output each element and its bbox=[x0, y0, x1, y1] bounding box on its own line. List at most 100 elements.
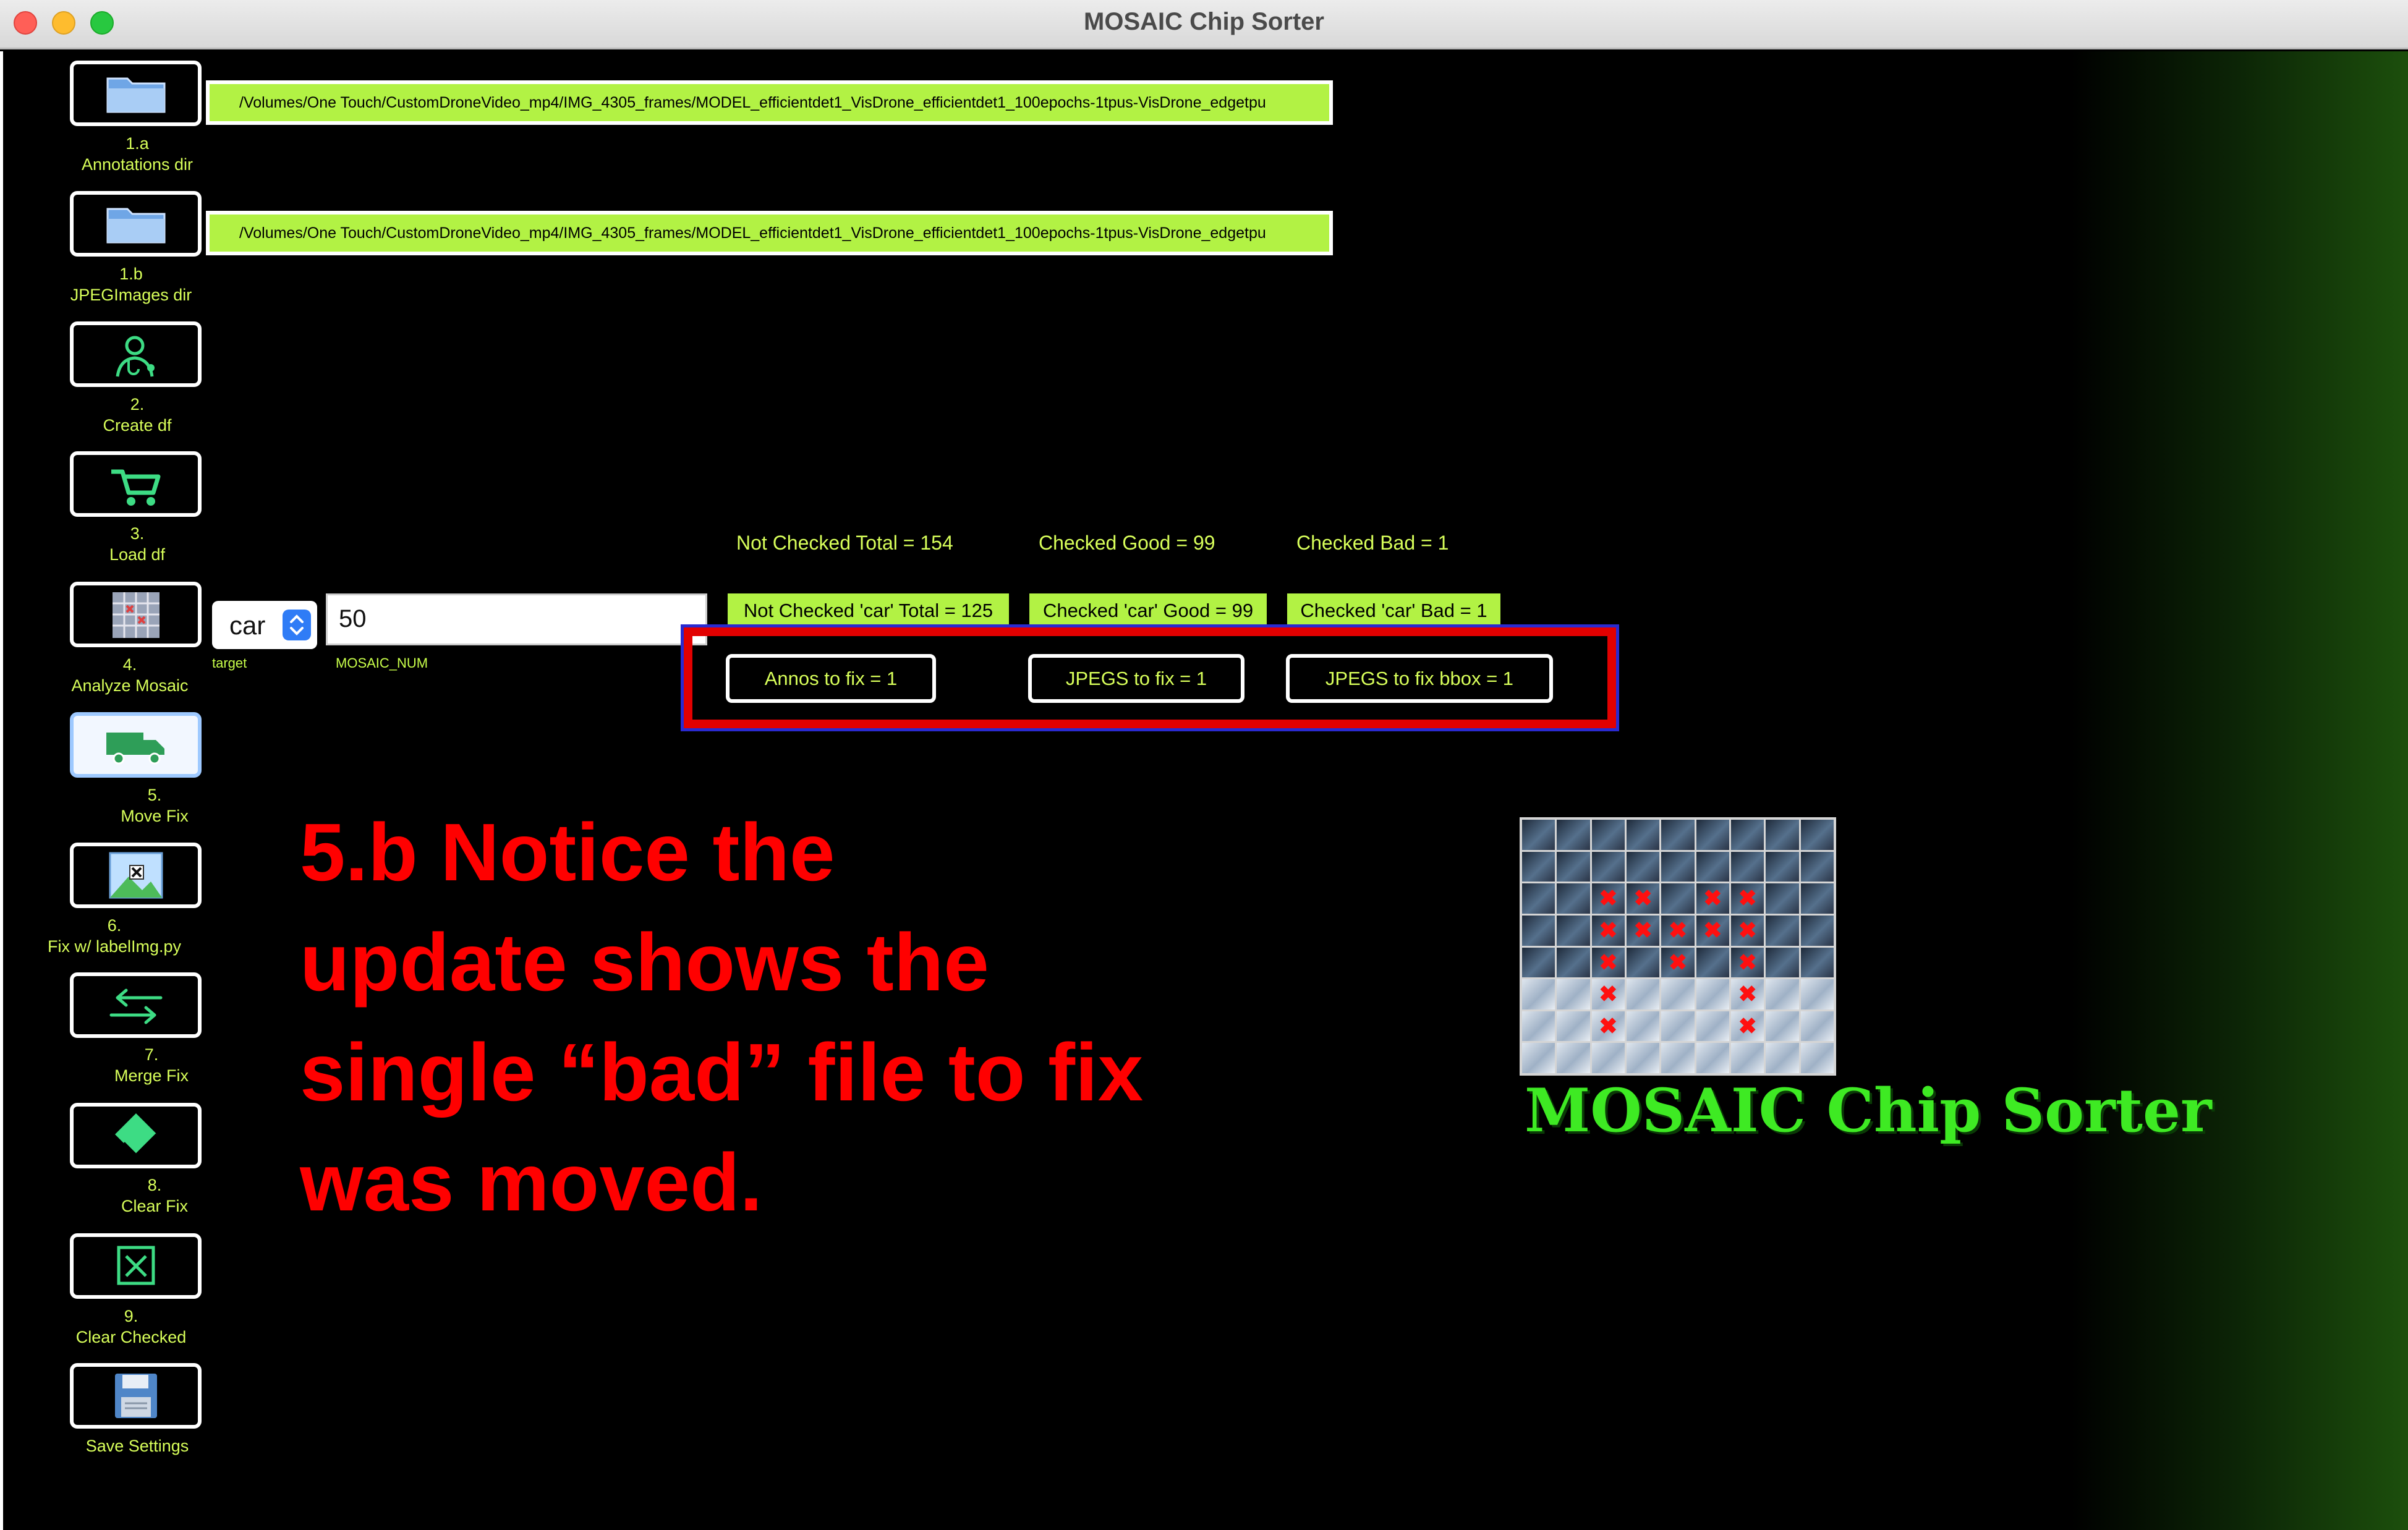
load-df-button[interactable] bbox=[70, 451, 202, 517]
mosaic-tile bbox=[1522, 851, 1555, 882]
mosaic-tile bbox=[1557, 947, 1590, 978]
mosaic-tile bbox=[1800, 1043, 1834, 1073]
mosaic-tile bbox=[1696, 915, 1729, 946]
merge-fix-label: 7. Merge Fix bbox=[59, 1044, 244, 1086]
mosaic-logo-image bbox=[1520, 817, 1836, 1076]
annotations-dir-button[interactable] bbox=[70, 61, 202, 126]
target-select[interactable]: car bbox=[212, 601, 317, 649]
move-fix-label: 5. Move Fix bbox=[62, 784, 247, 827]
mosaic-icon bbox=[112, 592, 160, 638]
checked-bad: Checked Bad = 1 bbox=[1296, 532, 1449, 554]
app-content bbox=[0, 51, 2408, 1530]
jpegs-to-fix-button[interactable]: JPEGS to fix = 1 bbox=[1028, 654, 1244, 703]
logo-text: MOSAIC Chip Sorter bbox=[1525, 1076, 2212, 1145]
mosaic-tile bbox=[1522, 979, 1555, 1009]
mosaic-tile bbox=[1730, 915, 1764, 946]
mosaic-tile bbox=[1800, 915, 1834, 946]
mosaic-tile bbox=[1522, 883, 1555, 914]
annotation-line: update shows the bbox=[300, 917, 989, 1008]
annotations-path-field[interactable]: /Volumes/One Touch/CustomDroneVideo_mp4/… bbox=[206, 80, 1333, 125]
folder-icon bbox=[106, 77, 165, 113]
create-df-button[interactable] bbox=[70, 321, 202, 387]
mosaic-tile bbox=[1557, 979, 1590, 1009]
merge-fix-button[interactable] bbox=[70, 972, 202, 1038]
move-fix-button[interactable] bbox=[70, 712, 202, 778]
mosaic-tile bbox=[1522, 915, 1555, 946]
not-checked-car-total: Not Checked 'car' Total = 125 bbox=[728, 593, 1009, 627]
mosaic-tile bbox=[1626, 1043, 1660, 1073]
mosaic-tile bbox=[1766, 1011, 1799, 1042]
step-label: Annotations dir bbox=[81, 155, 194, 174]
annotation-line: 5.b Notice the bbox=[300, 807, 835, 898]
target-select-value: car bbox=[229, 611, 266, 640]
mosaic-tile bbox=[1591, 1011, 1625, 1042]
mosaic-tile bbox=[1626, 915, 1660, 946]
mosaic-tile bbox=[1661, 947, 1695, 978]
mosaic-tile bbox=[1730, 851, 1764, 882]
mosaic-tile bbox=[1661, 915, 1695, 946]
step-label: Load df bbox=[109, 545, 166, 564]
mosaic-tile bbox=[1800, 820, 1834, 850]
step-label: Fix w/ labelImg.py bbox=[47, 937, 182, 956]
fix-labelimg-label: 6. Fix w/ labelImg.py bbox=[22, 915, 207, 957]
mosaic-tile bbox=[1730, 1011, 1764, 1042]
jpegimages-path-field[interactable]: /Volumes/One Touch/CustomDroneVideo_mp4/… bbox=[206, 211, 1333, 255]
step-number: 5. bbox=[147, 786, 162, 804]
mosaic-tile bbox=[1661, 979, 1695, 1009]
mosaic-tile bbox=[1800, 883, 1834, 914]
clear-fix-button[interactable] bbox=[70, 1103, 202, 1168]
not-checked-total: Not Checked Total = 154 bbox=[736, 532, 953, 554]
annotations-dir-label: 1.a Annotations dir bbox=[45, 133, 230, 175]
mosaic-tile bbox=[1557, 915, 1590, 946]
annotation-line: single “bad” file to fix bbox=[300, 1027, 1144, 1118]
mosaic-tile bbox=[1766, 851, 1799, 882]
mosaic-tile bbox=[1730, 1043, 1764, 1073]
mosaic-num-input[interactable]: 50 bbox=[326, 593, 707, 645]
select-arrows-icon bbox=[283, 610, 311, 640]
mosaic-tile bbox=[1522, 1043, 1555, 1073]
load-df-label: 3. Load df bbox=[45, 523, 230, 565]
step-label: Create df bbox=[103, 416, 172, 435]
step-number: 8. bbox=[147, 1176, 162, 1194]
step-number: 4. bbox=[122, 655, 137, 674]
truck-icon bbox=[106, 732, 164, 764]
step-number: 1.b bbox=[119, 265, 143, 283]
mosaic-tile bbox=[1626, 883, 1660, 914]
mosaic-tile bbox=[1626, 947, 1660, 978]
jpegs-to-fix-bbox-button[interactable]: JPEGS to fix bbox = 1 bbox=[1286, 654, 1553, 703]
mosaic-tile bbox=[1696, 1043, 1729, 1073]
tutorial-annotation: 5.b Notice the update shows the single “… bbox=[300, 797, 1227, 1238]
mosaic-tile bbox=[1591, 1043, 1625, 1073]
mosaic-tile bbox=[1766, 883, 1799, 914]
mosaic-tile bbox=[1800, 979, 1834, 1009]
eraser-icon bbox=[114, 1113, 158, 1158]
mosaic-tile bbox=[1626, 820, 1660, 850]
checked-car-bad: Checked 'car' Bad = 1 bbox=[1287, 593, 1500, 627]
create-df-label: 2. Create df bbox=[45, 394, 230, 436]
step-label: Analyze Mosaic bbox=[71, 676, 189, 695]
mosaic-num-label: MOSAIC_NUM bbox=[336, 655, 428, 671]
mosaic-tile bbox=[1730, 883, 1764, 914]
mosaic-tile bbox=[1626, 979, 1660, 1009]
target-label: target bbox=[212, 655, 247, 671]
analyze-mosaic-button[interactable] bbox=[70, 582, 202, 647]
mosaic-tile bbox=[1591, 947, 1625, 978]
mosaic-tile bbox=[1696, 979, 1729, 1009]
step-number: 1.a bbox=[126, 134, 149, 153]
save-settings-button[interactable] bbox=[70, 1363, 202, 1429]
mosaic-tile bbox=[1557, 1043, 1590, 1073]
step-label: Clear Checked bbox=[75, 1328, 187, 1346]
mosaic-tile bbox=[1557, 883, 1590, 914]
jpegimages-dir-label: 1.b JPEGImages dir bbox=[38, 263, 224, 305]
analyze-mosaic-label: 4. Analyze Mosaic bbox=[37, 654, 223, 696]
clear-checked-label: 9. Clear Checked bbox=[38, 1306, 224, 1348]
clear-checked-button[interactable] bbox=[70, 1233, 202, 1299]
mosaic-tile bbox=[1522, 1011, 1555, 1042]
fix-labelimg-button[interactable] bbox=[70, 843, 202, 908]
mosaic-tile bbox=[1766, 947, 1799, 978]
annos-to-fix-button[interactable]: Annos to fix = 1 bbox=[726, 654, 936, 703]
doctor-icon bbox=[116, 336, 155, 376]
mosaic-tile bbox=[1661, 1011, 1695, 1042]
mosaic-tile bbox=[1696, 883, 1729, 914]
jpegimages-dir-button[interactable] bbox=[70, 191, 202, 257]
